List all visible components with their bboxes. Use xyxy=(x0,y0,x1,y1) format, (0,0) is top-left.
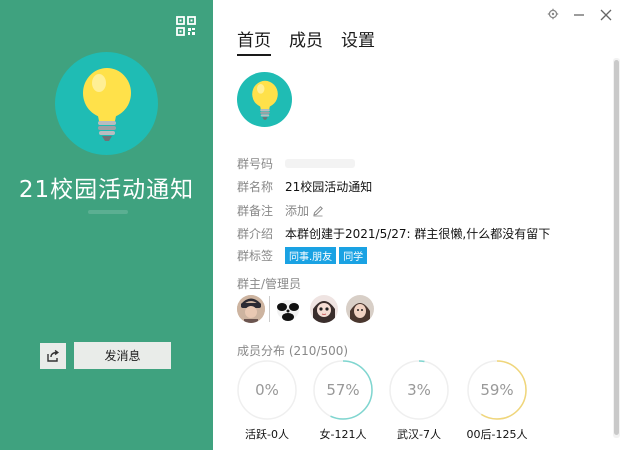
group-avatar-small[interactable] xyxy=(237,72,292,127)
stat-value: 59% xyxy=(480,381,514,399)
avatar[interactable] xyxy=(274,295,302,323)
minimize-icon[interactable] xyxy=(573,9,585,21)
admins-list xyxy=(237,295,382,323)
qr-code-icon[interactable] xyxy=(176,16,196,36)
tags-label: 群标签 xyxy=(237,249,274,263)
avatar[interactable] xyxy=(237,295,265,323)
share-button[interactable] xyxy=(40,343,66,369)
group-id-row: 群号码 xyxy=(237,155,355,172)
group-avatar[interactable] xyxy=(55,52,158,155)
stat-value: 0% xyxy=(255,381,279,399)
tag-classmate[interactable]: 同学 xyxy=(339,247,368,264)
avatar[interactable] xyxy=(310,295,338,323)
stat-label: 活跃-0人 xyxy=(245,428,289,441)
intro-value: 本群创建于2021/5/27: 群主很懒,什么都没有留下 xyxy=(285,227,551,241)
group-id-label: 群号码 xyxy=(237,157,274,171)
stat-value: 3% xyxy=(407,381,431,399)
intro-row: 群介绍 本群创建于2021/5/27: 群主很懒,什么都没有留下 xyxy=(237,225,550,242)
remark-row: 群备注 添加 xyxy=(237,202,324,219)
group-name-label: 群名称 xyxy=(237,180,274,194)
tag-colleague-friend[interactable]: 同事.朋友 xyxy=(285,247,337,264)
remark-label: 群备注 xyxy=(237,204,274,218)
distribution-title: 成员分布 (210/500) xyxy=(237,344,349,358)
lightbulb-icon xyxy=(82,67,131,141)
close-icon[interactable] xyxy=(600,9,612,21)
lightbulb-icon xyxy=(251,80,278,120)
group-name-value[interactable]: 21校园活动通知 xyxy=(285,178,372,195)
stat-label: 00后-125人 xyxy=(466,428,528,441)
member-distribution: 0% 活跃-0人 57% 女-121人 3% 武汉-7人 59% 00后-125… xyxy=(235,358,615,441)
stat-female[interactable]: 57% 女-121人 xyxy=(311,358,375,442)
tab-members[interactable]: 成员 xyxy=(289,26,323,56)
tab-bar: 首页 成员 设置 xyxy=(237,26,375,56)
gear-icon[interactable] xyxy=(547,8,559,20)
tab-settings[interactable]: 设置 xyxy=(341,26,375,56)
left-panel: 21校园活动通知 发消息 xyxy=(0,0,213,450)
group-info-window: 21校园活动通知 发消息 首页 成员 设置 群号码 群名称 21校园活动通知 群… xyxy=(0,0,622,450)
tags-row: 群标签 同事.朋友 同学 xyxy=(237,247,370,264)
stat-active[interactable]: 0% 活跃-0人 xyxy=(235,358,299,442)
group-id-blurred xyxy=(88,210,128,214)
right-panel: 首页 成员 设置 群号码 群名称 21校园活动通知 群备注 添加 群介绍 本群创… xyxy=(213,0,622,450)
send-message-button[interactable]: 发消息 xyxy=(74,342,171,369)
admin-divider xyxy=(269,296,270,322)
stat-age[interactable]: 59% 00后-125人 xyxy=(465,358,529,442)
admins-title: 群主/管理员 xyxy=(237,277,302,291)
group-name-title: 21校园活动通知 xyxy=(18,177,195,203)
remark-add-link[interactable]: 添加 xyxy=(285,202,309,219)
tab-home[interactable]: 首页 xyxy=(237,26,271,56)
stat-label: 武汉-7人 xyxy=(397,428,441,441)
stat-label: 女-121人 xyxy=(319,428,367,441)
share-icon xyxy=(47,349,60,362)
group-id-value-blurred xyxy=(285,159,355,168)
scrollbar-thumb[interactable] xyxy=(614,60,619,435)
intro-label: 群介绍 xyxy=(237,227,274,241)
stat-value: 57% xyxy=(326,381,360,399)
group-name-row: 群名称 21校园活动通知 xyxy=(237,178,372,195)
avatar[interactable] xyxy=(346,295,374,323)
stat-city[interactable]: 3% 武汉-7人 xyxy=(387,358,451,442)
edit-icon[interactable] xyxy=(312,205,324,217)
